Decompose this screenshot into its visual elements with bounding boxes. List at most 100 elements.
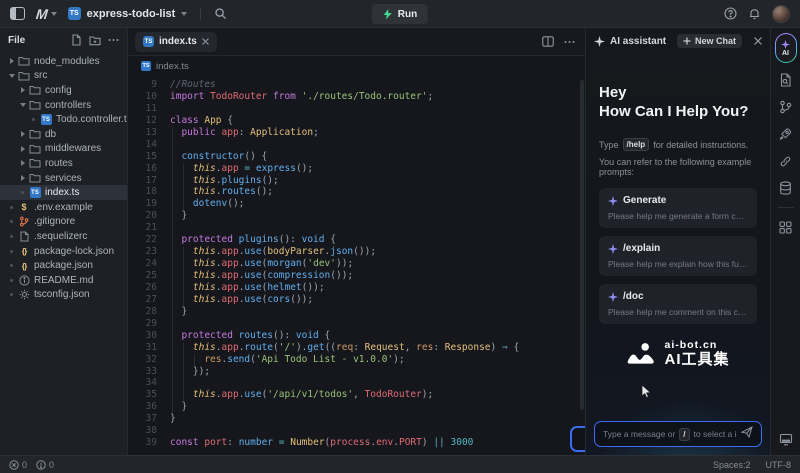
- inline-ai-widget[interactable]: [570, 426, 585, 452]
- source-control-icon[interactable]: [776, 97, 796, 117]
- code-line-23: 23 this.app.use(bodyParser.json());: [128, 246, 585, 258]
- line-number: 10: [128, 91, 170, 103]
- status-bar: 0 0 Spaces:2 UTF-8: [0, 455, 800, 473]
- problems-errors[interactable]: 0: [9, 460, 27, 470]
- chevron-down-icon: [181, 12, 187, 16]
- prompt-card-generate[interactable]: GeneratePlease help me generate a form c…: [599, 188, 757, 228]
- code-editor[interactable]: 9//Routes10import TodoRouter from './rou…: [128, 76, 585, 455]
- tree-item-controllers[interactable]: controllers: [0, 98, 127, 113]
- app-logo-menu[interactable]: M: [36, 6, 57, 22]
- line-number: 37: [128, 413, 170, 425]
- new-file-icon[interactable]: [71, 34, 82, 46]
- line-number: 26: [128, 282, 170, 294]
- new-folder-icon[interactable]: [89, 35, 101, 46]
- chevron-collapsed-icon: [17, 146, 28, 152]
- prompt-title: Generate: [623, 195, 666, 206]
- project-selector[interactable]: TS express-todo-list: [68, 7, 188, 20]
- tree-item-label: .sequelizerc: [34, 231, 87, 242]
- tree-item--gitignore[interactable]: .gitignore: [0, 215, 127, 230]
- encoding-setting[interactable]: UTF-8: [766, 460, 792, 470]
- breadcrumb[interactable]: TS index.ts: [128, 56, 585, 76]
- apps-grid-icon[interactable]: [776, 217, 796, 237]
- line-number: 22: [128, 234, 170, 246]
- tree-item-src[interactable]: src: [0, 69, 127, 84]
- tree-item-routes[interactable]: routes: [0, 156, 127, 171]
- line-number: 24: [128, 258, 170, 270]
- tab-close-icon[interactable]: [202, 38, 209, 45]
- folder-icon: [18, 71, 30, 81]
- right-icon-rail: AI: [770, 28, 800, 455]
- ai-bot-logo: [626, 341, 656, 367]
- chevron-collapsed-icon: [6, 58, 17, 64]
- editor-more-icon[interactable]: [564, 40, 575, 44]
- code-text: });: [170, 366, 210, 378]
- code-text: constructor() {: [170, 151, 267, 163]
- tree-item-node-modules[interactable]: node_modules: [0, 54, 127, 69]
- prompt-description: Please help me explain how this function…: [608, 259, 748, 269]
- code-line-18: 18 this.routes();: [128, 186, 585, 198]
- typescript-badge: TS: [68, 7, 81, 20]
- line-number: 33: [128, 366, 170, 378]
- tree-item-config[interactable]: config: [0, 83, 127, 98]
- prompt-description: Please help me comment on this code.: [608, 307, 748, 317]
- chevron-down-icon: [51, 12, 57, 16]
- code-line-30: 30 protected routes(): void {: [128, 330, 585, 342]
- readme-icon: [19, 275, 30, 286]
- tree-item-label: README.md: [34, 275, 93, 286]
- split-editor-icon[interactable]: [542, 36, 554, 47]
- tree-item-services[interactable]: services: [0, 171, 127, 186]
- line-number: 31: [128, 342, 170, 354]
- tree-item-label: tsconfig.json: [34, 289, 90, 300]
- tab-index-ts[interactable]: TS index.ts: [135, 32, 217, 52]
- code-line-26: 26 this.app.use(helmet());: [128, 282, 585, 294]
- tree-item--env-example[interactable]: $.env.example: [0, 200, 127, 215]
- indentation-setting[interactable]: Spaces:2: [713, 460, 751, 470]
- run-button[interactable]: Run: [372, 4, 428, 24]
- link-icon[interactable]: [776, 151, 796, 171]
- tree-item-todo-controller-ts[interactable]: TSTodo.controller.ts: [0, 112, 127, 127]
- explorer-more-icon[interactable]: [108, 38, 119, 42]
- sidebar-toggle-icon[interactable]: [10, 7, 25, 20]
- code-line-33: 33 });: [128, 366, 585, 378]
- search-icon[interactable]: [214, 7, 227, 20]
- ai-prompts-intro: You can refer to the following example p…: [599, 157, 757, 177]
- database-icon[interactable]: [776, 178, 796, 198]
- json-file-icon: {}: [22, 261, 27, 271]
- watermark-domain: ai-bot.cn: [664, 340, 729, 352]
- tree-item-readme-md[interactable]: README.md: [0, 273, 127, 288]
- file-status-dot: [28, 118, 39, 121]
- help-command-kbd[interactable]: /help: [623, 138, 650, 151]
- tree-item-label: index.ts: [45, 187, 79, 198]
- tree-item-middlewares[interactable]: middlewares: [0, 142, 127, 157]
- prompt-card-doc[interactable]: /docPlease help me comment on this code.: [599, 284, 757, 324]
- code-line-36: 36 }: [128, 401, 585, 413]
- tree-item--sequelizerc[interactable]: .sequelizerc: [0, 229, 127, 244]
- code-line-21: 21: [128, 222, 585, 234]
- notifications-bell-icon[interactable]: [748, 7, 761, 20]
- new-chat-button[interactable]: New Chat: [677, 34, 742, 48]
- chat-input[interactable]: Type a message or / to select a instruct…: [594, 421, 762, 447]
- deploy-rocket-icon[interactable]: [776, 124, 796, 144]
- tree-item-package-lock-json[interactable]: {}package-lock.json: [0, 244, 127, 259]
- tree-item-index-ts[interactable]: TSindex.ts: [0, 185, 127, 200]
- tree-item-package-json[interactable]: {}package.json: [0, 258, 127, 273]
- problems-warnings[interactable]: 0: [36, 460, 54, 470]
- tree-item-db[interactable]: db: [0, 127, 127, 142]
- editor-scrollbar[interactable]: [580, 80, 584, 410]
- monitor-icon[interactable]: [776, 429, 796, 449]
- tree-item-label: node_modules: [34, 56, 100, 67]
- code-text: dotenv();: [170, 198, 244, 210]
- docs-icon[interactable]: [776, 70, 796, 90]
- file-tree: node_modulessrcconfigcontrollersTSTodo.c…: [0, 52, 127, 455]
- tree-item-tsconfig-json[interactable]: tsconfig.json: [0, 288, 127, 303]
- code-text: public app: Application;: [170, 127, 319, 139]
- json-file-icon: {}: [22, 246, 27, 256]
- prompt-card-explain[interactable]: /explainPlease help me explain how this …: [599, 236, 757, 276]
- help-icon[interactable]: [724, 7, 737, 20]
- ai-rail-button[interactable]: AI: [775, 33, 797, 63]
- watermark: ai-bot.cn AI工具集: [599, 340, 757, 368]
- user-avatar[interactable]: [772, 5, 790, 23]
- code-text: this.app.route('/').get((req: Request, r…: [170, 342, 519, 354]
- close-panel-icon[interactable]: [754, 37, 762, 45]
- send-message-icon[interactable]: [741, 425, 753, 443]
